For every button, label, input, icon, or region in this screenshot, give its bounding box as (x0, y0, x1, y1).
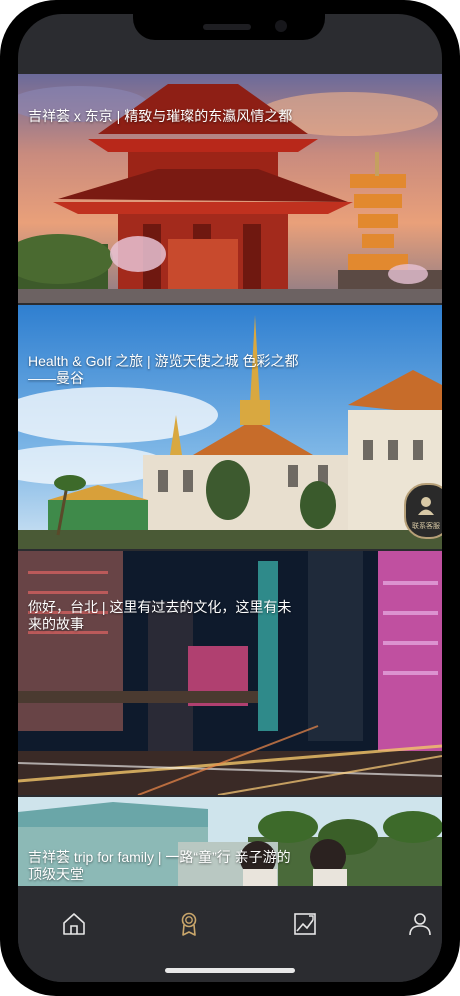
card-title: 你好，台北 | 这里有过去的文化，这里有未来的故事 (28, 599, 292, 632)
device-notch (133, 14, 325, 40)
taipei-night-image (18, 551, 442, 795)
front-camera (275, 20, 287, 32)
customer-service-button[interactable]: 联系客服 (404, 483, 442, 539)
speaker-grille (203, 24, 251, 30)
bangkok-palace-image (18, 305, 442, 549)
user-icon (409, 913, 431, 936)
award-icon (181, 912, 197, 936)
tab-home[interactable] (54, 904, 94, 944)
card-title: 吉祥荟 trip for family | 一路“童”行 亲子游的顶级天堂 (28, 849, 291, 882)
tab-benefits[interactable] (169, 904, 209, 944)
article-card-tokyo[interactable]: 吉祥荟 x 东京 | 精致与璀璨的东瀛风情之都 (18, 74, 442, 303)
home-indicator[interactable] (165, 968, 295, 973)
card-title: 吉祥荟 x 东京 | 精致与璀璨的东瀛风情之都 (28, 108, 293, 124)
phone-frame: 吉祥荟 x 东京 | 精致与璀璨的东瀛风情之都 Health & Golf 之旅… (0, 0, 460, 996)
app-screen: 吉祥荟 x 东京 | 精致与璀璨的东瀛风情之都 Health & Golf 之旅… (18, 14, 442, 982)
image-icon (294, 913, 316, 935)
article-card-bangkok[interactable]: Health & Golf 之旅 | 游览天使之城 色彩之都——曼谷 联系客服 (18, 305, 442, 549)
article-card-family[interactable]: 吉祥荟 trip for family | 一路“童”行 亲子游的顶级天堂 (18, 797, 442, 886)
article-card-taipei[interactable]: 你好，台北 | 这里有过去的文化，这里有未来的故事 (18, 551, 442, 795)
home-icon (63, 913, 85, 935)
card-title: Health & Golf 之旅 | 游览天使之城 色彩之都——曼谷 (28, 353, 299, 386)
agent-icon (418, 497, 434, 515)
article-feed[interactable]: 吉祥荟 x 东京 | 精致与璀璨的东瀛风情之都 Health & Golf 之旅… (18, 74, 442, 886)
tab-profile[interactable] (400, 904, 440, 944)
tab-gallery[interactable] (285, 904, 325, 944)
customer-service-label: 联系客服 (412, 523, 440, 530)
